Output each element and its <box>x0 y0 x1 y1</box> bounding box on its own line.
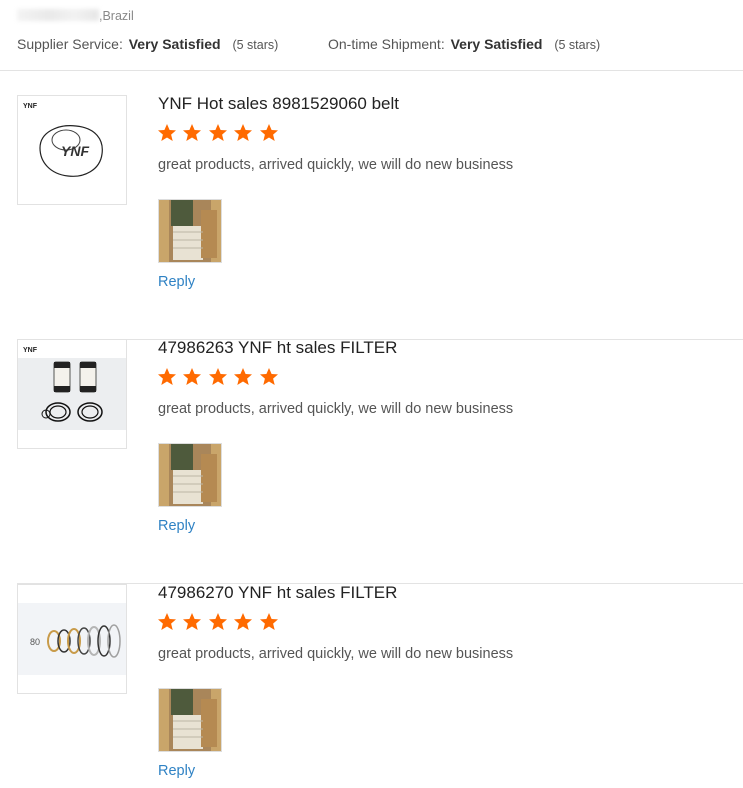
rating-stars <box>157 367 280 387</box>
svg-text:YNF: YNF <box>23 103 38 110</box>
buyer-photo-image <box>159 689 221 751</box>
star-icon <box>233 123 253 143</box>
supplier-service-rating: Supplier Service: Very Satisfied (5 star… <box>17 36 278 52</box>
star-icon <box>182 123 202 143</box>
svg-text:80: 80 <box>30 637 40 647</box>
supplier-service-value: Very Satisfied <box>128 36 221 52</box>
reply-link[interactable]: Reply <box>158 763 195 779</box>
supplier-service-label: Supplier Service: <box>17 36 123 52</box>
svg-text:YNF: YNF <box>23 347 38 354</box>
star-icon <box>259 612 279 632</box>
star-icon <box>157 367 177 387</box>
shipment-rating: On-time Shipment: Very Satisfied (5 star… <box>328 36 600 52</box>
reply-link[interactable]: Reply <box>158 518 195 534</box>
review-photo[interactable] <box>158 443 222 507</box>
rating-stars <box>157 612 280 632</box>
shipment-label: On-time Shipment: <box>328 36 445 52</box>
star-icon <box>208 367 228 387</box>
seal-kit-product-image: 80 <box>18 603 126 675</box>
shipment-stars: (5 stars) <box>554 38 601 52</box>
review-photo[interactable] <box>158 199 222 263</box>
product-title[interactable]: YNF Hot sales 8981529060 belt <box>158 94 399 114</box>
star-icon <box>182 612 202 632</box>
review-comment: great products, arrived quickly, we will… <box>158 401 514 417</box>
review-item: 80 47986270 YNF ht sales FILTER great pr… <box>0 583 743 788</box>
shipment-value: Very Satisfied <box>450 36 543 52</box>
star-icon <box>208 612 228 632</box>
blurred-buyer-name <box>17 9 99 21</box>
star-icon <box>208 123 228 143</box>
star-icon <box>233 367 253 387</box>
review-photo[interactable] <box>158 688 222 752</box>
product-title[interactable]: 47986270 YNF ht sales FILTER <box>158 583 397 603</box>
rating-stars <box>157 123 280 143</box>
star-icon <box>182 367 202 387</box>
product-thumbnail[interactable]: 80 <box>17 584 127 694</box>
buyer-location: ,Brazil <box>17 9 134 23</box>
filter-product-image: YNF <box>18 347 126 430</box>
svg-text:YNF: YNF <box>61 143 89 159</box>
star-icon <box>259 123 279 143</box>
belt-product-image: YNF YNF <box>23 103 103 177</box>
star-icon <box>259 367 279 387</box>
buyer-photo-image <box>159 200 221 262</box>
star-icon <box>233 612 253 632</box>
review-comment: great products, arrived quickly, we will… <box>158 646 514 662</box>
product-title[interactable]: 47986263 YNF ht sales FILTER <box>158 338 397 358</box>
star-icon <box>157 123 177 143</box>
supplier-service-stars: (5 stars) <box>232 38 279 52</box>
buyer-photo-image <box>159 444 221 506</box>
location-country: ,Brazil <box>99 9 134 23</box>
product-thumbnail[interactable]: YNF <box>17 339 127 449</box>
feedback-header: ,Brazil Supplier Service: Very Satisfied… <box>0 0 743 71</box>
product-thumbnail[interactable]: YNF YNF <box>17 95 127 205</box>
review-comment: great products, arrived quickly, we will… <box>158 157 514 173</box>
review-item: YNF 47986263 YNF ht sales FILTER great p… <box>0 338 743 584</box>
reply-link[interactable]: Reply <box>158 274 195 290</box>
star-icon <box>157 612 177 632</box>
review-item: YNF YNF YNF Hot sales 8981529060 belt gr… <box>0 94 743 340</box>
